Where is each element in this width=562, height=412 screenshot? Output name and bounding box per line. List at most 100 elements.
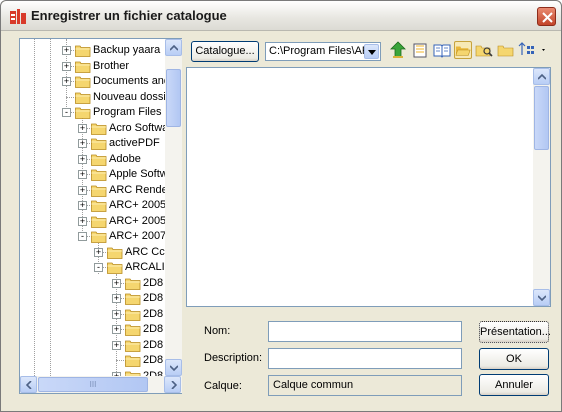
tree-item[interactable]: + Documents and (20, 74, 165, 89)
expand-icon[interactable]: + (112, 325, 121, 334)
app-icon (10, 9, 26, 24)
folder-icon (75, 45, 91, 57)
tree-item[interactable]: +2D8 (20, 338, 165, 353)
expand-icon[interactable]: + (112, 340, 121, 350)
catalogue-list-area[interactable] (186, 67, 551, 307)
tree-item[interactable]: + Brother (20, 59, 165, 74)
nom-input[interactable] (268, 321, 462, 342)
catalogue-button-label: Catalogue... (195, 45, 255, 57)
tree-item[interactable]: + ARC Rende (20, 183, 165, 198)
tree-item[interactable]: + Backup yaara (20, 43, 165, 58)
tree-item-label: ARC+ 2005 (109, 199, 165, 211)
scroll-right-button[interactable] (164, 376, 181, 393)
tree-item[interactable]: + Acro Softwa (20, 121, 165, 136)
folder-icon (125, 293, 141, 305)
path-combobox[interactable]: C:\Program Files\ARC (265, 42, 381, 61)
tree-item-label: Nouveau dossie (93, 90, 165, 103)
scroll-thumb[interactable] (166, 69, 181, 127)
folder-icon (91, 231, 107, 243)
new-folder-icon[interactable] (411, 41, 429, 59)
folder-icon[interactable] (497, 41, 515, 59)
collapse-icon[interactable]: - (78, 232, 87, 241)
tree-item-label: Acro Softwa (109, 121, 165, 134)
folder-search-icon[interactable] (475, 41, 493, 59)
tree-vertical-scrollbar[interactable] (165, 39, 182, 376)
list-scroll-up-button[interactable] (533, 68, 550, 85)
open-book-icon[interactable] (433, 41, 451, 59)
tree-item[interactable]: 2D8 (20, 353, 165, 368)
expand-icon[interactable]: + (78, 216, 87, 226)
tree-item[interactable]: + Apple Softw (20, 167, 165, 182)
folder-icon (91, 216, 107, 228)
tree-item-label: 2D8 (143, 292, 164, 304)
folder-icon (91, 123, 107, 135)
tree-item-label: activePDF (109, 137, 160, 149)
expand-icon[interactable]: + (112, 309, 121, 319)
folder-icon (125, 355, 141, 367)
tree-item-label: 2D8 (143, 323, 164, 335)
tree-item-label: 2D8 (143, 276, 164, 289)
tree-item[interactable]: + ARC Cc (20, 245, 165, 260)
expand-icon[interactable]: + (94, 247, 103, 257)
folder-icon (91, 169, 107, 181)
expand-icon[interactable]: + (78, 201, 87, 210)
path-value: C:\Program Files\ARC (269, 45, 378, 57)
title-bar[interactable]: Enregistrer un fichier catalogue (1, 1, 561, 31)
expand-icon[interactable]: + (78, 170, 87, 179)
close-button[interactable] (537, 7, 556, 26)
expand-icon[interactable]: + (112, 278, 121, 288)
tree-item[interactable]: +2D8 (20, 307, 165, 322)
tree-item[interactable]: - ARC+ 2007 (20, 229, 165, 244)
presentation-button[interactable]: Présentation... (479, 321, 551, 343)
list-scroll-down-button[interactable] (533, 289, 550, 306)
nom-label: Nom: (204, 325, 231, 337)
tree-item[interactable]: +2D8 (20, 322, 165, 337)
scroll-down-button[interactable] (165, 359, 182, 376)
tree-horizontal-scrollbar[interactable]: III (20, 376, 182, 393)
up-folder-icon[interactable] (389, 41, 407, 59)
description-input[interactable] (268, 348, 462, 369)
tree-item[interactable]: + ARC+ 2005 (20, 198, 165, 213)
tree-item[interactable]: Nouveau dossie (20, 90, 165, 105)
scroll-left-button[interactable] (20, 376, 37, 393)
expand-icon[interactable]: + (112, 294, 121, 303)
tree-item[interactable]: +2D8 (20, 291, 165, 306)
tree-item-label: ARC+ 2005 (109, 214, 165, 227)
expand-icon[interactable]: + (62, 61, 71, 71)
ok-button[interactable]: OK (479, 348, 549, 370)
folder-icon (75, 76, 91, 88)
tree-item-label: 2D8 (143, 338, 164, 351)
tree-item[interactable]: +2D8 (20, 369, 165, 376)
scroll-up-button[interactable] (165, 39, 182, 56)
expand-icon[interactable]: + (62, 77, 71, 86)
collapse-icon[interactable]: - (94, 263, 103, 272)
folder-icon (91, 185, 107, 197)
expand-icon[interactable]: + (78, 154, 87, 164)
view-menu-icon[interactable] (517, 41, 547, 59)
catalogue-button[interactable]: Catalogue... (191, 41, 259, 62)
open-folder-icon[interactable] (454, 41, 472, 59)
expand-icon[interactable]: + (78, 123, 87, 133)
expand-icon[interactable]: + (62, 46, 71, 55)
tree-content: + Backup yaara + Brother + Documents and Nouve… (20, 39, 165, 376)
hscroll-thumb[interactable]: III (38, 377, 148, 392)
tree-item[interactable]: + Adobe (20, 152, 165, 167)
calque-label: Calque: (204, 380, 242, 392)
tree-item[interactable]: + ARC+ 2005 (20, 214, 165, 229)
expand-icon[interactable]: + (78, 185, 87, 195)
path-dropdown-button[interactable] (364, 44, 379, 59)
list-scroll-thumb[interactable] (534, 86, 549, 150)
annuler-button[interactable]: Annuler (479, 374, 549, 396)
folder-tree[interactable]: + Backup yaara + Brother + Documents and Nouve… (19, 38, 182, 394)
tree-item[interactable]: - ARCALI (20, 260, 165, 275)
tree-item[interactable]: + activePDF (20, 136, 165, 151)
list-vertical-scrollbar[interactable] (533, 68, 550, 306)
expand-icon[interactable]: + (78, 139, 87, 148)
folder-icon (125, 278, 141, 290)
hscroll-grip: III (89, 380, 97, 389)
collapse-icon[interactable]: - (62, 108, 71, 117)
tree-item-label: Program Files (93, 106, 162, 118)
tree-item[interactable]: - Program Files (20, 105, 165, 120)
tree-item[interactable]: +2D8 (20, 276, 165, 291)
arrow-down-icon (170, 365, 178, 371)
